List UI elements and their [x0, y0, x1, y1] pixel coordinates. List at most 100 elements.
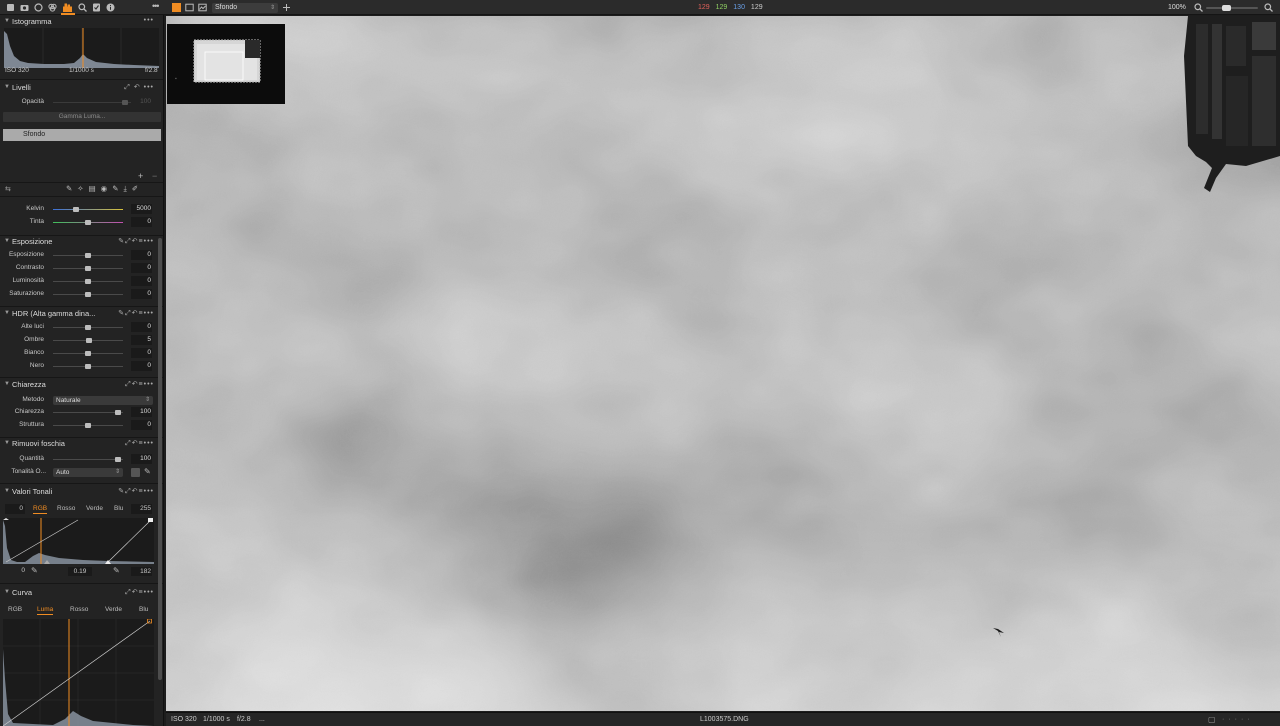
clarity-header[interactable]: ▼ Chiarezza ⤢↶≡•••	[0, 379, 163, 391]
lens-icon[interactable]	[34, 3, 43, 12]
chevron-down-icon[interactable]: ▼	[4, 84, 10, 90]
slider-value[interactable]: 0	[131, 361, 152, 371]
gamma-luma-button[interactable]: Gamma Luma...	[3, 112, 161, 122]
curve-graph[interactable]	[2, 618, 154, 726]
slider-knob[interactable]	[85, 253, 91, 258]
add-layer-icon[interactable]: +	[138, 171, 143, 181]
toolbar-more-icon[interactable]: •••	[152, 2, 160, 11]
library-icon[interactable]	[6, 3, 15, 12]
histogram-header[interactable]: ▼ Istogramma •••	[0, 16, 163, 28]
chevron-down-icon[interactable]: ▼	[4, 310, 10, 316]
black-eyedropper-icon[interactable]: ✎	[31, 566, 38, 575]
slider-knob[interactable]	[85, 279, 91, 284]
hdr-header[interactable]: ▼ HDR (Alta gamma dina... ✎⤢↶≡•••	[0, 308, 163, 320]
slider-value[interactable]: 0	[131, 289, 152, 299]
slider-knob[interactable]	[115, 410, 122, 415]
slider-value[interactable]: 0	[131, 322, 152, 332]
slider-knob[interactable]	[73, 207, 80, 212]
details-icon[interactable]	[78, 3, 87, 12]
tab-rgb[interactable]: RGB	[8, 606, 22, 613]
chevron-down-icon[interactable]: ▼	[4, 488, 10, 494]
remove-layer-icon[interactable]: −	[152, 171, 157, 181]
layers-tool-icons[interactable]: ⤢ ↶ •••	[124, 83, 154, 92]
chevron-down-icon[interactable]: ▼	[4, 238, 10, 244]
slider-value[interactable]: 0	[131, 263, 152, 273]
slider-knob[interactable]	[85, 266, 91, 271]
slider-value[interactable]: 5	[131, 335, 152, 345]
chevron-down-icon[interactable]: ▼	[4, 381, 10, 387]
tone-color-swatch[interactable]	[131, 468, 140, 477]
slider-value[interactable]: 100	[131, 407, 152, 417]
panel-scrollbar[interactable]	[158, 238, 162, 680]
status-more-button[interactable]: ...	[259, 716, 265, 723]
layers-header[interactable]: ▼ Livelli ⤢ ↶ •••	[0, 82, 163, 94]
tab-blu[interactable]: Blu	[139, 606, 148, 613]
hdr-tool-icons[interactable]: ✎⤢↶≡•••	[118, 309, 154, 318]
slider-value[interactable]: 0	[131, 348, 152, 358]
exposure-icon[interactable]	[63, 3, 72, 12]
levels-output-low[interactable]: 0	[5, 567, 25, 574]
tab-rgb[interactable]: RGB	[33, 505, 48, 514]
color-icon[interactable]	[48, 3, 57, 12]
zoom-in-icon[interactable]	[1264, 3, 1273, 12]
levels-header[interactable]: ▼ Valori Tonali ✎⤢↶≡•••	[0, 486, 163, 498]
slider-track[interactable]	[53, 209, 123, 210]
slider-value[interactable]: 0	[131, 276, 152, 286]
slider-track[interactable]	[53, 412, 123, 413]
tab-rosso[interactable]: Rosso	[57, 505, 75, 512]
layer-item-background[interactable]: Sfondo	[3, 129, 161, 141]
curve-tool-icons[interactable]: ⤢↶≡•••	[125, 588, 154, 597]
tab-luma[interactable]: Luma	[37, 606, 54, 615]
slider-knob[interactable]	[85, 364, 91, 369]
levels-output-high[interactable]: 182	[131, 567, 152, 576]
tab-verde[interactable]: Verde	[105, 606, 122, 613]
exposure-header[interactable]: ▼ Esposizione ✎⤢↶≡•••	[0, 236, 163, 248]
tab-blu[interactable]: Blu	[114, 505, 123, 512]
slider-knob[interactable]	[85, 292, 91, 297]
white-eyedropper-icon[interactable]: ✎	[113, 566, 120, 575]
levels-graph[interactable]	[3, 518, 154, 564]
swap-icon[interactable]: ⇆	[5, 185, 11, 193]
slider-knob[interactable]	[86, 338, 93, 343]
info-icon[interactable]	[106, 3, 115, 12]
slider-value[interactable]: 0	[131, 420, 152, 430]
eyedropper-icon[interactable]: ✎	[144, 467, 151, 476]
chevron-down-icon[interactable]: ▼	[4, 18, 10, 24]
chevron-down-icon[interactable]: ▼	[4, 589, 10, 595]
camera-icon[interactable]	[20, 3, 29, 12]
dehaze-amount-value[interactable]: 100	[131, 454, 152, 464]
viewer-icon[interactable]	[185, 3, 194, 12]
opacity-slider-knob[interactable]	[122, 100, 128, 105]
compare-icon[interactable]	[198, 3, 207, 12]
grid-view-icon[interactable]	[172, 3, 181, 12]
slider-knob[interactable]	[85, 219, 91, 225]
slider-knob[interactable]	[85, 351, 91, 356]
dehaze-tool-icons[interactable]: ⤢↶≡•••	[125, 439, 154, 448]
page-dots-icon[interactable]: ·····	[1222, 716, 1254, 723]
dehaze-header[interactable]: ▼ Rimuovi foschia ⤢↶≡•••	[0, 438, 163, 450]
tab-verde[interactable]: Verde	[86, 505, 103, 512]
dehaze-tone-select[interactable]: Auto ⇕	[53, 468, 123, 477]
levels-tool-icons[interactable]: ✎⤢↶≡•••	[118, 487, 154, 496]
dehaze-amount-slider[interactable]	[53, 459, 123, 460]
slider-value[interactable]: 0	[131, 216, 152, 227]
image-viewer[interactable]	[166, 16, 1280, 711]
zoom-slider-knob[interactable]	[1221, 5, 1231, 11]
levels-input-high[interactable]: 255	[131, 504, 152, 514]
zoom-icon[interactable]	[1194, 3, 1203, 12]
variant-select[interactable]: Sfondo ⇕	[212, 3, 278, 13]
levels-midpoint[interactable]: 0.19	[68, 567, 92, 576]
slider-value[interactable]: 0	[131, 250, 152, 260]
histogram-more-icon[interactable]: •••	[144, 17, 154, 24]
layer-brush-tools-icons[interactable]: ✎✧▤◉✎⤓✐	[66, 184, 143, 194]
slider-knob[interactable]	[85, 325, 91, 330]
opacity-slider[interactable]	[53, 102, 131, 103]
dehaze-amount-slider-knob[interactable]	[115, 457, 122, 462]
chevron-down-icon[interactable]: ▼	[4, 440, 10, 446]
slider-knob[interactable]	[85, 423, 91, 428]
metadata-icon[interactable]	[92, 3, 101, 12]
curve-header[interactable]: ▼ Curva ⤢↶≡•••	[0, 587, 163, 599]
navigator-thumbnail[interactable]: ▪	[167, 24, 285, 104]
slider-value[interactable]: 5000	[131, 204, 152, 214]
zoom-slider[interactable]	[1206, 5, 1258, 11]
